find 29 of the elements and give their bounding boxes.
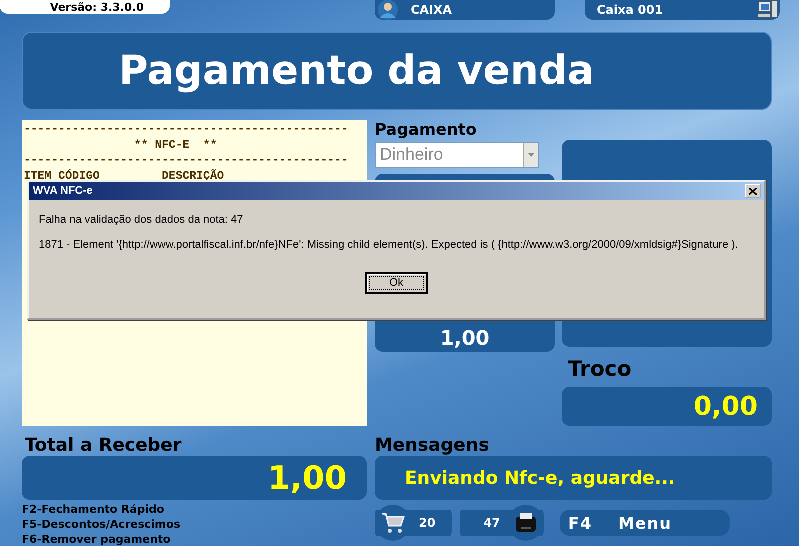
status-message: Enviando Nfc-e, aguarde...: [375, 456, 772, 500]
ok-button[interactable]: Ok: [365, 272, 428, 294]
change-label: Troco: [567, 357, 633, 382]
receipt-line: ** NFC-E **: [133, 138, 218, 153]
total-value: 1,00: [22, 456, 367, 500]
receipt-line: -----------------------------------------------: [24, 153, 350, 168]
terminal-name: Caixa 001: [597, 3, 664, 17]
payment-label: Pagamento: [375, 120, 478, 139]
computer-icon: [758, 0, 780, 20]
version-label: Versão: 3.3.0.0: [0, 0, 170, 14]
user-avatar-icon: [375, 0, 401, 20]
user-name: CAIXA: [411, 3, 452, 17]
dialog-title: WVA NFC-e: [33, 185, 93, 197]
error-message: Falha na validação dos dados da nota: 47: [39, 214, 244, 226]
page-title: Pagamento da venda: [22, 32, 772, 110]
items-count: 20: [419, 516, 436, 530]
notes-count: 47: [484, 516, 500, 530]
receipt-line: -----------------------------------------------: [24, 122, 350, 138]
close-icon[interactable]: [745, 184, 761, 198]
menu-button[interactable]: F4 Menu: [560, 510, 730, 536]
receipt-line: ITEM CÓDIGO DESCRIÇÃO: [24, 168, 226, 184]
shortcut-hint: F5-Descontos/Acrescimos: [22, 517, 182, 532]
shortcut-hint: F2-Fechamento Rápido: [22, 502, 166, 517]
change-value: 0,00: [562, 387, 772, 426]
menu-shortcut-key: F4: [568, 514, 592, 532]
messages-label: Mensagens: [375, 435, 490, 456]
cart-icon: [380, 511, 406, 535]
total-label: Total a Receber: [24, 435, 183, 456]
shortcut-hint: F6-Remover pagamento: [22, 532, 172, 546]
